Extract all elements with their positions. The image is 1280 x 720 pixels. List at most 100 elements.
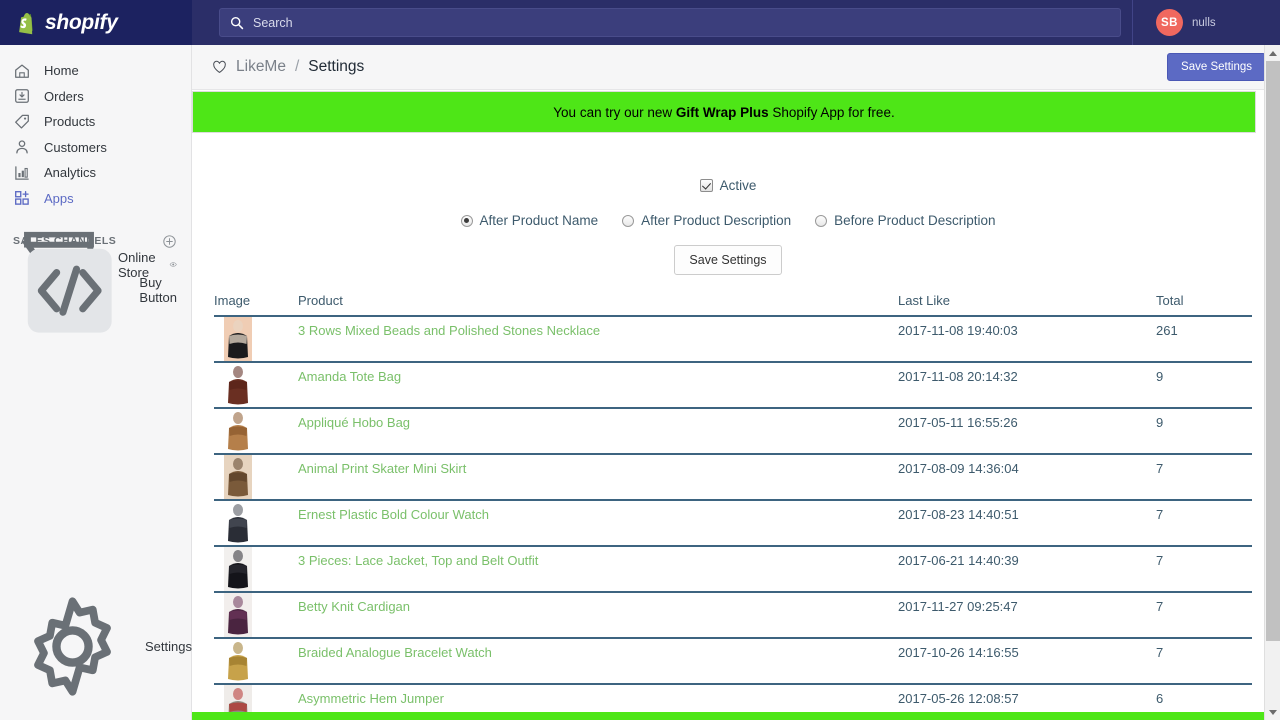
position-radio-group: After Product Name After Product Descrip…: [192, 213, 1264, 228]
search-input[interactable]: Search: [219, 8, 1121, 37]
breadcrumb: LikeMe / Settings: [212, 58, 1167, 76]
table-row: 3 Pieces: Lace Jacket, Top and Belt Outf…: [214, 546, 1252, 593]
table-cell-total: 9: [1156, 362, 1252, 409]
radio-before-product-description[interactable]: Before Product Description: [815, 213, 995, 228]
table-cell-product: Braided Analogue Bracelet Watch: [298, 638, 898, 685]
product-link[interactable]: 3 Pieces: Lace Jacket, Top and Belt Outf…: [298, 547, 898, 568]
vertical-scrollbar[interactable]: [1264, 45, 1280, 720]
table-header-row: Image Product Last Like Total: [214, 293, 1252, 317]
product-link[interactable]: Betty Knit Cardigan: [298, 593, 898, 614]
save-settings-row: Save Settings: [192, 245, 1264, 275]
brand-name: shopify: [45, 10, 118, 34]
breadcrumb-store[interactable]: LikeMe: [236, 58, 286, 76]
product-thumbnail-purple-cardigan-on-model[interactable]: [224, 593, 252, 637]
customers-person-icon: [16, 140, 28, 154]
total-value: 7: [1156, 461, 1164, 476]
product-link[interactable]: Ernest Plastic Bold Colour Watch: [298, 501, 898, 522]
product-link[interactable]: 3 Rows Mixed Beads and Polished Stones N…: [298, 317, 898, 338]
avatar: SB: [1156, 9, 1183, 36]
table-cell-image: [214, 638, 298, 685]
table-cell-image: [214, 454, 298, 501]
sidebar-item-settings[interactable]: Settings: [0, 587, 192, 706]
table-cell-last-like: 2017-11-08 20:14:32: [898, 362, 1156, 409]
active-toggle-row: Active: [192, 178, 1264, 193]
product-link[interactable]: Appliqué Hobo Bag: [298, 409, 898, 430]
save-settings-button[interactable]: Save Settings: [674, 245, 782, 275]
eye-icon[interactable]: [169, 257, 177, 272]
scrollbar-thumb[interactable]: [1266, 61, 1280, 641]
breadcrumb-separator: /: [294, 58, 300, 75]
main-content: LikeMe / Settings Save Settings You can …: [192, 45, 1280, 720]
table-cell-total: 261: [1156, 316, 1252, 363]
radio-after-product-description[interactable]: After Product Description: [622, 213, 791, 228]
product-thumbnail-brown-tote-bag[interactable]: [224, 363, 252, 407]
save-settings-header-button[interactable]: Save Settings: [1167, 53, 1266, 81]
radio-indicator: [460, 214, 473, 227]
home-icon: [15, 64, 29, 78]
sidebar-item-products[interactable]: Products: [0, 109, 191, 135]
radio-after-product-name[interactable]: After Product Name: [460, 213, 598, 228]
sidebar-item-customers[interactable]: Customers: [0, 135, 191, 161]
radio-label: After Product Description: [641, 213, 792, 228]
user-name: nulls: [1192, 16, 1216, 29]
last-like-value: 2017-08-09 14:36:04: [898, 461, 1019, 476]
last-like-value: 2017-06-21 14:40:39: [898, 553, 1019, 568]
table-cell-image: [214, 546, 298, 593]
product-link[interactable]: Amanda Tote Bag: [298, 363, 898, 384]
product-thumbnail-necklace-on-model[interactable]: [224, 317, 252, 361]
promo-text: You can try our new Gift Wrap Plus Shopi…: [553, 105, 894, 120]
table-cell-last-like: 2017-11-08 19:40:03: [898, 316, 1156, 363]
product-link[interactable]: Asymmetric Hem Jumper: [298, 685, 898, 706]
last-like-value: 2017-11-08 19:40:03: [898, 323, 1018, 338]
gear-icon: [34, 597, 111, 696]
table-cell-image: [214, 500, 298, 547]
table-row: Braided Analogue Bracelet Watch 2017-10-2…: [214, 638, 1252, 685]
page-title: Settings: [308, 58, 365, 75]
product-thumbnail-print-skirt-on-model[interactable]: [224, 455, 252, 499]
sidebar-item-apps[interactable]: Apps: [0, 186, 191, 212]
bottom-accent-bar: [192, 712, 1264, 720]
table-cell-total: 7: [1156, 638, 1252, 685]
likes-table: Image Product Last Like Total 3 Rows Mix…: [214, 293, 1252, 720]
active-checkbox[interactable]: [699, 179, 713, 192]
radio-indicator: [815, 214, 828, 227]
shopify-logo[interactable]: shopify: [0, 0, 192, 45]
scroll-down-button[interactable]: [1265, 704, 1280, 720]
sidebar-item-buy-button[interactable]: Buy Button: [0, 248, 191, 333]
app-frame-inner: You can try our new Gift Wrap Plus Shopi…: [192, 90, 1264, 720]
last-like-value: 2017-08-23 14:40:51: [898, 507, 1019, 522]
column-header-image: Image: [214, 293, 298, 317]
product-thumbnail-black-watch[interactable]: [224, 501, 252, 545]
product-thumbnail-gold-bracelet-watch[interactable]: [224, 639, 252, 683]
sidebar-item-label: Settings: [145, 638, 192, 654]
radio-label: Before Product Description: [834, 213, 996, 228]
page-header: LikeMe / Settings Save Settings: [192, 45, 1280, 90]
scroll-up-button[interactable]: [1265, 45, 1280, 61]
product-link[interactable]: Animal Print Skater Mini Skirt: [298, 455, 898, 476]
sidebar-item-analytics[interactable]: Analytics: [0, 160, 191, 186]
column-header-total: Total: [1156, 293, 1252, 317]
product-link[interactable]: Braided Analogue Bracelet Watch: [298, 639, 898, 660]
table-cell-image: [214, 592, 298, 639]
scroll-down-arrow-icon: [1269, 709, 1277, 715]
table-cell-product: Amanda Tote Bag: [298, 362, 898, 409]
table-cell-last-like: 2017-10-26 14:16:55: [898, 638, 1156, 685]
plus-circle-icon[interactable]: [162, 234, 177, 249]
table-cell-product: 3 Pieces: Lace Jacket, Top and Belt Outf…: [298, 546, 898, 593]
last-like-value: 2017-05-11 16:55:26: [898, 415, 1018, 430]
table-cell-product: 3 Rows Mixed Beads and Polished Stones N…: [298, 316, 898, 363]
column-header-product: Product: [298, 293, 898, 317]
analytics-bars-icon: [15, 166, 29, 180]
user-menu[interactable]: SB nulls: [1132, 0, 1280, 45]
sidebar-item-label: Products: [44, 114, 96, 130]
product-thumbnail-black-outfit-on-model[interactable]: [224, 547, 252, 591]
total-value: 9: [1156, 415, 1164, 430]
sidebar-item-home[interactable]: Home: [0, 58, 191, 84]
sidebar-item-orders[interactable]: Orders: [0, 84, 191, 110]
app-frame: You can try our new Gift Wrap Plus Shopi…: [192, 90, 1280, 720]
product-thumbnail-tan-hobo-bag[interactable]: [224, 409, 252, 453]
sidebar-nav: Home Orders Products Customers Analytics…: [0, 45, 191, 211]
products-tag-icon: [15, 114, 29, 129]
total-value: 7: [1156, 645, 1164, 660]
sidebar-item-label: Apps: [44, 190, 74, 206]
